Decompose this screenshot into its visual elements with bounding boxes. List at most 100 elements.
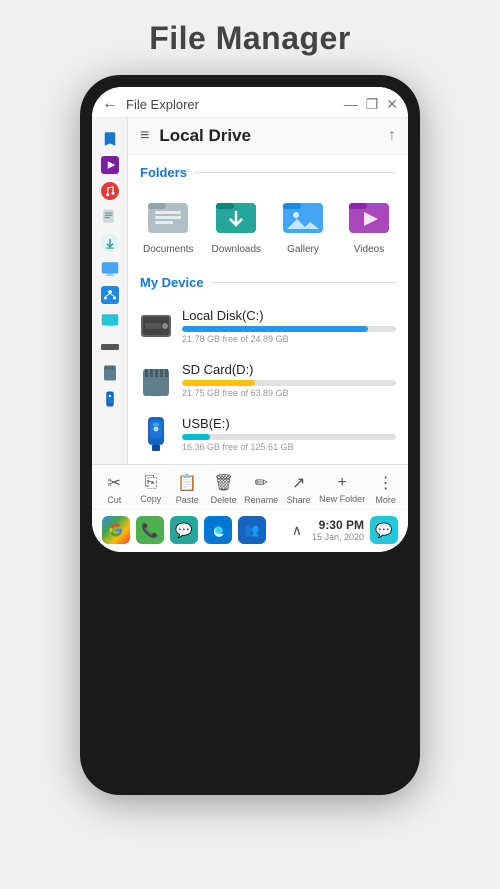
toolbar-btn-cut[interactable]: ✂ Cut bbox=[98, 473, 130, 505]
minimize-button[interactable]: — bbox=[344, 96, 358, 112]
system-bar: 📞 💬 👥 ∧ 9:30 PM 15 Jan, 2020 💬 bbox=[92, 509, 408, 552]
restore-button[interactable]: ❐ bbox=[366, 96, 379, 113]
folder-icon-gallery bbox=[279, 192, 327, 240]
google-icon[interactable] bbox=[102, 516, 130, 544]
toolbar-label-0: Cut bbox=[107, 495, 121, 505]
sidebar-icon-3[interactable] bbox=[97, 204, 123, 230]
folder-label-documents: Documents bbox=[143, 244, 194, 255]
main-panel: ≡ Local Drive ↑ Folders Documents Downlo… bbox=[128, 118, 408, 464]
device-icon-2 bbox=[140, 418, 172, 450]
toolbar-label-7: More bbox=[375, 495, 396, 505]
device-item-1[interactable]: SD Card(D:) 21.75 GB free of 63.89 GB bbox=[140, 354, 396, 406]
sidebar-icon-1[interactable] bbox=[97, 152, 123, 178]
sidebar-icon-9[interactable] bbox=[97, 360, 123, 386]
time-block: 9:30 PM 15 Jan, 2020 bbox=[312, 518, 364, 542]
toolbar-btn-share[interactable]: ↗ Share bbox=[283, 473, 315, 505]
device-icon-0 bbox=[140, 310, 172, 342]
device-name-1: SD Card(D:) bbox=[182, 362, 396, 377]
device-list: Local Disk(C:) 21.78 GB free of 24.89 GB… bbox=[128, 296, 408, 464]
toolbar-label-1: Copy bbox=[140, 494, 161, 504]
device-storage-text-2: 16.36 GB free of 125.61 GB bbox=[182, 442, 396, 452]
edge-icon[interactable] bbox=[204, 516, 232, 544]
sidebar-icon-5[interactable] bbox=[97, 256, 123, 282]
toolbar-btn-copy[interactable]: ⎘ Copy bbox=[135, 474, 167, 504]
phone-icon[interactable]: 📞 bbox=[136, 516, 164, 544]
toolbar-label-5: Share bbox=[287, 495, 311, 505]
system-date: 15 Jan, 2020 bbox=[312, 532, 364, 542]
folder-item-gallery[interactable]: Gallery bbox=[279, 192, 327, 255]
messages-icon[interactable]: 💬 bbox=[170, 516, 198, 544]
sidebar-icon-4[interactable] bbox=[97, 230, 123, 256]
toolbar-label-6: New Folder bbox=[319, 494, 365, 504]
device-section-label: My Device bbox=[128, 265, 408, 296]
toolbar-icon-1: ⎘ bbox=[144, 474, 157, 492]
progress-bar-bg-0 bbox=[182, 326, 396, 332]
app-title: File Explorer bbox=[126, 97, 344, 112]
window-controls: — ❐ ✕ bbox=[344, 96, 398, 113]
phone-inner: ← File Explorer — ❐ ✕ ≡ bbox=[92, 87, 408, 552]
panel-header: ≡ Local Drive ↑ bbox=[128, 118, 408, 155]
sidebar-icon-10[interactable] bbox=[97, 386, 123, 412]
toolbar-btn-delete[interactable]: 🗑 Delete bbox=[208, 473, 240, 505]
toolbar-icon-0: ✂ bbox=[108, 473, 121, 493]
folder-item-documents[interactable]: Documents bbox=[143, 192, 194, 255]
toolbar-label-2: Paste bbox=[176, 495, 199, 505]
folder-item-videos[interactable]: Videos bbox=[345, 192, 393, 255]
page-title: File Manager bbox=[149, 20, 351, 57]
back-button[interactable]: ← bbox=[102, 95, 118, 113]
app-content: ≡ Local Drive ↑ Folders Documents Downlo… bbox=[92, 118, 408, 464]
folder-icon-videos bbox=[345, 192, 393, 240]
progress-bar-fill-0 bbox=[182, 326, 368, 332]
device-info-2: USB(E:) 16.36 GB free of 125.61 GB bbox=[182, 416, 396, 452]
device-name-0: Local Disk(C:) bbox=[182, 308, 396, 323]
device-storage-text-1: 21.75 GB free of 63.89 GB bbox=[182, 388, 396, 398]
up-arrow-button[interactable]: ↑ bbox=[388, 127, 396, 145]
progress-bar-fill-2 bbox=[182, 434, 210, 440]
chevron-icon: ∧ bbox=[292, 522, 302, 539]
toolbar-label-3: Delete bbox=[211, 495, 237, 505]
folder-label-videos: Videos bbox=[354, 244, 384, 255]
device-storage-text-0: 21.78 GB free of 24.89 GB bbox=[182, 334, 396, 344]
toolbar-icon-4: ✏ bbox=[254, 473, 267, 493]
toolbar-icon-6: + bbox=[338, 474, 347, 492]
device-info-0: Local Disk(C:) 21.78 GB free of 24.89 GB bbox=[182, 308, 396, 344]
menu-icon[interactable]: ≡ bbox=[140, 127, 149, 145]
folder-label-gallery: Gallery bbox=[287, 244, 319, 255]
progress-bar-fill-1 bbox=[182, 380, 255, 386]
panel-title: Local Drive bbox=[159, 126, 388, 146]
folder-item-downloads[interactable]: Downloads bbox=[212, 192, 261, 255]
toolbar-btn-more[interactable]: ⋮ More bbox=[370, 473, 402, 505]
toolbar-btn-rename[interactable]: ✏ Rename bbox=[244, 473, 278, 505]
sidebar-icon-8[interactable] bbox=[97, 334, 123, 360]
folders-section-label: Folders bbox=[128, 155, 408, 186]
sidebar-icon-0[interactable] bbox=[97, 126, 123, 152]
toolbar-btn-paste[interactable]: 📋 Paste bbox=[171, 473, 203, 505]
folder-icon-documents bbox=[144, 192, 192, 240]
bottom-toolbar: ✂ Cut ⎘ Copy 📋 Paste 🗑 Delete ✏ Rename ↗… bbox=[92, 464, 408, 509]
folder-icon-downloads bbox=[212, 192, 260, 240]
device-item-0[interactable]: Local Disk(C:) 21.78 GB free of 24.89 GB bbox=[140, 300, 396, 352]
sidebar-icon-6[interactable] bbox=[97, 282, 123, 308]
toolbar-icon-5: ↗ bbox=[292, 473, 305, 493]
toolbar-icon-7: ⋮ bbox=[378, 473, 394, 493]
close-button[interactable]: ✕ bbox=[386, 96, 398, 113]
sidebar-icon-7[interactable] bbox=[97, 308, 123, 334]
progress-bar-bg-1 bbox=[182, 380, 396, 386]
device-info-1: SD Card(D:) 21.75 GB free of 63.89 GB bbox=[182, 362, 396, 398]
system-time: 9:30 PM bbox=[312, 518, 364, 532]
chat-icon[interactable]: 💬 bbox=[370, 516, 398, 544]
device-item-2[interactable]: USB(E:) 16.36 GB free of 125.61 GB bbox=[140, 408, 396, 460]
toolbar-label-4: Rename bbox=[244, 495, 278, 505]
device-name-2: USB(E:) bbox=[182, 416, 396, 431]
sidebar-icon-2[interactable] bbox=[97, 178, 123, 204]
page-wrapper: File Manager ← File Explorer — ❐ ✕ bbox=[0, 0, 500, 889]
toolbar-icon-3: 🗑 bbox=[214, 473, 234, 493]
people-icon[interactable]: 👥 bbox=[238, 516, 266, 544]
folder-label-downloads: Downloads bbox=[212, 244, 261, 255]
phone-shell: ← File Explorer — ❐ ✕ ≡ bbox=[80, 75, 420, 795]
folders-grid: Documents Downloads Gallery Videos bbox=[128, 186, 408, 265]
toolbar-icon-2: 📋 bbox=[177, 473, 197, 493]
sidebar bbox=[92, 118, 128, 464]
device-icon-1 bbox=[140, 364, 172, 396]
toolbar-btn-new-folder[interactable]: + New Folder bbox=[319, 474, 365, 504]
